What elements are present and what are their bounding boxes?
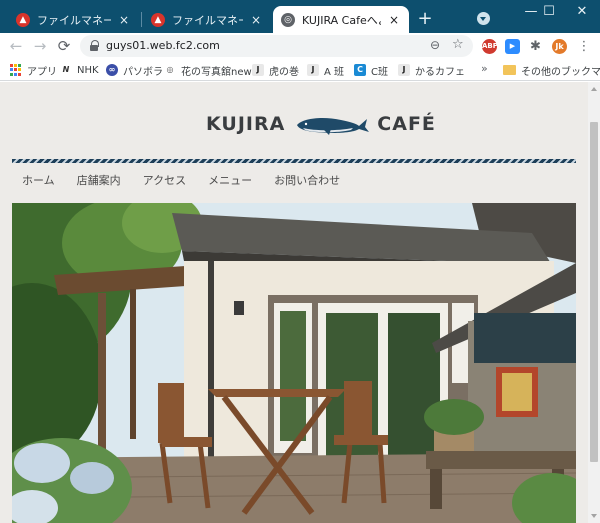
logo-text-left: KUJIRA bbox=[206, 113, 286, 135]
back-button[interactable]: ← bbox=[6, 36, 26, 56]
whale-icon bbox=[297, 117, 370, 135]
nhk-icon: N bbox=[62, 65, 70, 74]
bookmark-flower-photos[interactable]: ◎ 花の写真舘new bbox=[164, 62, 252, 78]
bookmark-a-han[interactable]: J A 班 bbox=[307, 62, 344, 78]
tab-kujira-cafe[interactable]: ◎ KUJIRA Cafeへようこそ × bbox=[273, 6, 409, 33]
bookmark-label: NHK bbox=[77, 64, 99, 76]
j-icon: J bbox=[398, 64, 410, 76]
scroll-down-icon[interactable] bbox=[591, 514, 597, 518]
window-close-button[interactable]: ✕ bbox=[564, 0, 600, 26]
browser-menu-icon[interactable]: ⋮ bbox=[577, 39, 591, 54]
address-bar[interactable]: guys01.web.fc2.com ⊖ ☆ bbox=[80, 35, 473, 57]
bookmark-pasobora[interactable]: ∞ パソボラ bbox=[106, 62, 163, 78]
scroll-up-icon[interactable] bbox=[591, 87, 597, 91]
other-bookmarks-folder[interactable]: その他のブックマーク bbox=[503, 62, 600, 78]
bookmark-apps[interactable]: アプリ bbox=[10, 62, 57, 78]
lock-icon[interactable] bbox=[90, 40, 99, 51]
bookmark-label: 虎の巻 bbox=[269, 66, 299, 78]
nav-store-info[interactable]: 店舗案内 bbox=[77, 172, 121, 188]
zoom-icon[interactable]: ⊖ bbox=[430, 38, 440, 52]
adblock-icon[interactable]: ABP bbox=[482, 39, 498, 54]
zoom-extension-icon[interactable]: ▶ bbox=[505, 39, 520, 54]
logo-text-right: CAFÉ bbox=[377, 113, 436, 135]
url-text[interactable]: guys01.web.fc2.com bbox=[106, 39, 220, 52]
bookmark-label: パソボラ bbox=[123, 66, 163, 78]
bookmark-label: かるカフェ bbox=[415, 66, 465, 78]
maximize-button[interactable]: ☐ bbox=[531, 0, 567, 26]
bookmark-label: 花の写真舘new bbox=[181, 66, 252, 78]
cafe-exterior-photo bbox=[12, 203, 576, 523]
bookmark-label: アプリ bbox=[27, 66, 57, 78]
bookmark-c-han[interactable]: C C班 bbox=[354, 62, 388, 78]
bookmark-nhk[interactable]: N NHK bbox=[60, 62, 99, 78]
c-icon: C bbox=[354, 64, 366, 76]
tab-title: ファイルマネージャー - FC2 bbox=[37, 13, 111, 27]
apps-grid-icon bbox=[10, 64, 22, 76]
tab-title: KUJIRA Cafeへようこそ bbox=[302, 13, 381, 27]
tab-title: ファイルマネージャー - FC2 bbox=[172, 13, 243, 27]
fc2-icon: ▲ bbox=[16, 12, 30, 27]
bookmarks-overflow-button[interactable]: » bbox=[481, 62, 488, 75]
bookmark-toranomaki[interactable]: J 虎の巻 bbox=[252, 62, 299, 78]
scrollbar-thumb[interactable] bbox=[590, 122, 598, 462]
close-icon[interactable]: × bbox=[117, 13, 131, 27]
j-icon: J bbox=[307, 64, 319, 76]
bookmark-star-icon[interactable]: ☆ bbox=[452, 37, 464, 52]
reload-button[interactable]: ⟳ bbox=[54, 36, 74, 56]
page-scrollbar[interactable] bbox=[588, 82, 600, 523]
tab-separator bbox=[141, 12, 142, 27]
close-icon[interactable]: × bbox=[249, 13, 263, 27]
bookmarks-bar: アプリ N NHK ∞ パソボラ ◎ 花の写真舘new J 虎の巻 J A 班 … bbox=[0, 59, 600, 81]
bookmark-label: C班 bbox=[371, 66, 388, 78]
bookmark-karu-cafe[interactable]: J かるカフェ bbox=[398, 62, 465, 78]
browser-toolbar: ← → ⟳ guys01.web.fc2.com ⊖ ☆ ABP ▶ ✱ Jk … bbox=[0, 33, 600, 59]
nav-contact[interactable]: お問い合わせ bbox=[274, 172, 340, 188]
bookmark-label: A 班 bbox=[324, 66, 345, 78]
tab-file-manager-1[interactable]: ▲ ファイルマネージャー - FC2 × bbox=[8, 6, 139, 33]
close-icon[interactable]: × bbox=[387, 13, 401, 27]
tab-search-dropdown-icon[interactable] bbox=[477, 12, 490, 25]
forward-button[interactable]: → bbox=[30, 36, 50, 56]
globe-icon: ◎ bbox=[281, 12, 295, 27]
site-logo[interactable]: KUJIRA CAFÉ bbox=[206, 112, 436, 136]
tab-file-manager-2[interactable]: ▲ ファイルマネージャー - FC2 × bbox=[143, 6, 271, 33]
pasobora-icon: ∞ bbox=[106, 64, 118, 76]
profile-avatar[interactable]: Jk bbox=[552, 39, 567, 54]
j-icon: J bbox=[252, 64, 264, 76]
bookmark-label: その他のブックマーク bbox=[521, 66, 600, 78]
hero-image bbox=[12, 203, 576, 523]
page-viewport: KUJIRA CAFÉ ホーム 店舗案内 アクセス メニュー お問い合わせ bbox=[0, 82, 588, 523]
nav-access[interactable]: アクセス bbox=[143, 172, 186, 188]
folder-icon bbox=[503, 65, 516, 75]
globe-icon: ◎ bbox=[166, 65, 174, 74]
tab-strip: ▲ ファイルマネージャー - FC2 × ▲ ファイルマネージャー - FC2 … bbox=[0, 0, 600, 33]
fc2-icon: ▲ bbox=[151, 12, 165, 27]
header-divider bbox=[12, 159, 576, 163]
site-nav: ホーム 店舗案内 アクセス メニュー お問い合わせ bbox=[22, 172, 362, 188]
nav-home[interactable]: ホーム bbox=[22, 172, 55, 188]
nav-menu[interactable]: メニュー bbox=[208, 172, 252, 188]
new-tab-button[interactable]: + bbox=[414, 9, 436, 31]
extensions-puzzle-icon[interactable]: ✱ bbox=[528, 39, 543, 54]
